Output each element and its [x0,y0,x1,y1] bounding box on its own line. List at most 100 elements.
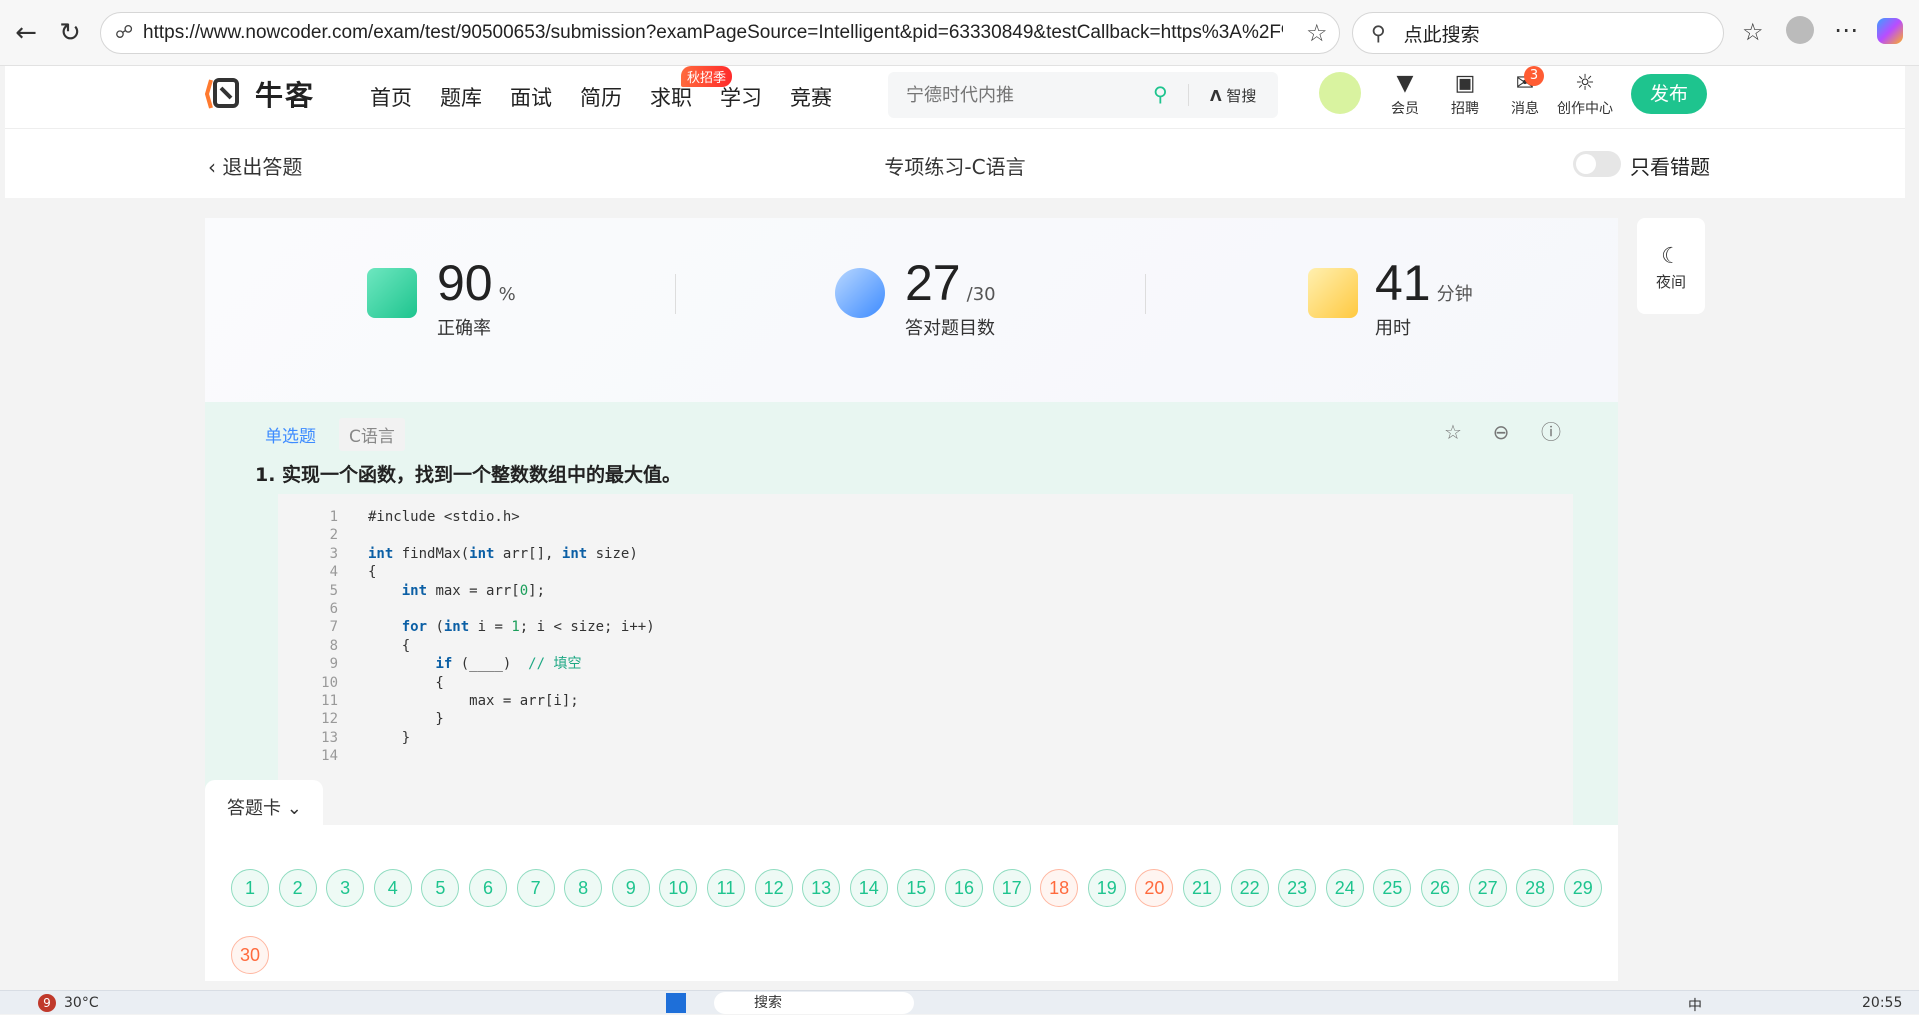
copilot-icon[interactable] [1877,18,1903,44]
answer-number-button[interactable]: 10 [659,869,698,907]
correct-label: 答对题目数 [905,318,995,339]
answer-number-button[interactable]: 12 [754,869,793,907]
answer-card-panel: 1 2 3 4 5 6 7 8 9 10 11 12 13 14 15 16 17 18 19 20 21 22 23 24 2… [205,825,1618,981]
answer-number-button[interactable]: 8 [564,869,603,907]
code-block: 1 #include <stdio.h> 2 3 int findMax(int arr… [278,494,1573,834]
bulb-icon: ☼ [1575,71,1595,96]
windows-start-icon[interactable] [666,993,686,1013]
star-icon[interactable]: ☆ [1441,420,1465,444]
question-type-tag: 单选题 [265,427,316,447]
user-avatar[interactable] [1319,72,1361,114]
clock[interactable]: 20:55 [1862,995,1902,1011]
nav-contest[interactable]: 竞赛 [790,82,832,112]
answer-number-button[interactable]: 28 [1516,869,1555,907]
refresh-icon[interactable]: ↻ [50,14,90,52]
accuracy-icon [367,268,417,318]
answer-number-button[interactable]: 5 [421,869,460,907]
report-icon[interactable]: ⓘ [1539,420,1563,444]
search-icon[interactable]: ⚲ [1153,82,1168,106]
answer-number-button[interactable]: 27 [1468,869,1507,907]
site-info-icon[interactable]: ☍ [115,22,133,43]
answer-number-button[interactable]: 16 [945,869,983,907]
night-mode-label: 夜间 [1655,273,1686,291]
site-header: 牛客 首页 题库 面试 简历 求职 学习 竞赛 秋招季 ⚲ Λ 智搜 ▼ 会员 … [5,66,1905,128]
logo-text: 牛客 [255,79,316,112]
favorite-star-icon[interactable]: ☆ [1306,19,1328,47]
nav-learn[interactable]: 学习 [720,82,762,112]
search-divider [1188,84,1189,106]
correct-total: /30 [966,284,996,305]
weather-badge: 9 [38,994,56,1012]
answer-card-tab[interactable]: 答题卡 ⌄ [205,780,323,828]
creator-center-label: 创作中心 [1557,101,1613,117]
night-mode-button[interactable]: ☾ 夜间 [1637,218,1705,314]
result-stats-card: 90% 正确率 27/30 答对题目数 41 分钟 用时 [205,218,1618,402]
answer-number-button[interactable]: 7 [516,869,555,907]
recruit-icon: ▣ [1454,71,1476,96]
browser-search-box[interactable]: ⚲ 点此搜索 [1352,12,1724,54]
os-taskbar: 9 30°C 搜索 中 20:55 [0,990,1919,1014]
exam-subheader: ‹ 退出答题 专项练习-C语言 只看错题 [5,128,1905,198]
answer-number-button[interactable]: 29 [1563,869,1602,907]
wrong-only-toggle[interactable] [1573,151,1621,177]
ai-search-label: 智搜 [1226,87,1257,105]
answer-number-button[interactable]: 14 [849,869,888,907]
answer-number-button[interactable]: 24 [1325,869,1364,907]
answer-number-button[interactable]: 25 [1373,869,1412,907]
logo-mark-icon [204,74,251,114]
back-icon[interactable]: ← [6,14,46,52]
accuracy-stat: 90% 正确率 [437,254,516,340]
recruit-button[interactable]: ▣ 招聘 [1435,70,1495,118]
taskbar-search-label: 搜索 [754,995,782,1011]
recruit-label: 招聘 [1451,101,1479,117]
answer-number-button[interactable]: 30 [231,936,269,974]
answer-number-button[interactable]: 15 [897,869,936,907]
browser-search-label: 点此搜索 [1403,23,1480,46]
answer-number-button[interactable]: 6 [469,869,507,907]
moon-icon: ☾ [1661,244,1681,269]
answer-number-button[interactable]: 21 [1183,869,1221,907]
answer-number-button[interactable]: 20 [1135,869,1174,907]
weather-temperature[interactable]: 30°C [64,995,99,1011]
site-search-input[interactable] [906,80,1166,110]
vip-label: 会员 [1391,101,1419,117]
accuracy-unit: % [498,284,516,305]
answer-number-button[interactable]: 2 [278,869,317,907]
answer-number-button[interactable]: 13 [802,869,841,907]
minus-circle-icon[interactable]: ⊖ [1489,420,1513,444]
answer-number-button[interactable]: 1 [231,869,269,907]
profile-avatar-icon[interactable] [1786,16,1814,44]
answer-number-button[interactable]: 9 [611,869,650,907]
answer-number-button[interactable]: 11 [707,869,745,907]
award-icon [835,268,885,318]
ai-search-button[interactable]: Λ 智搜 [1210,85,1256,106]
publish-button[interactable]: 发布 [1631,74,1707,114]
chevron-down-icon: ⌄ [286,798,302,819]
answer-number-button[interactable]: 22 [1230,869,1269,907]
vip-button[interactable]: ▼ 会员 [1375,70,1435,118]
answer-number-button[interactable]: 23 [1278,869,1317,907]
nowcoder-logo[interactable]: 牛客 [204,74,316,114]
ime-indicator[interactable]: 中 [1688,995,1702,1015]
taskbar-search[interactable]: 搜索 [714,992,914,1014]
more-menu-icon[interactable]: ⋯ [1834,16,1858,44]
nav-interview[interactable]: 面试 [510,82,552,112]
nav-resume[interactable]: 简历 [580,82,622,112]
address-bar[interactable]: ☍ https://www.nowcoder.com/exam/test/905… [100,12,1340,54]
answer-number-button[interactable]: 3 [326,869,365,907]
answer-number-button[interactable]: 18 [1040,869,1079,907]
answer-number-button[interactable]: 4 [373,869,412,907]
question-topic-tag: C语言 [339,418,405,451]
time-label: 用时 [1375,318,1411,339]
answer-number-button[interactable]: 19 [1087,869,1126,907]
creator-center-button[interactable]: ☼ 创作中心 [1555,70,1615,118]
accuracy-value: 90 [437,255,493,311]
correct-count-stat: 27/30 答对题目数 [905,254,996,340]
time-value: 41 [1375,255,1431,311]
favorites-icon[interactable]: ☆ [1742,18,1764,46]
nav-home[interactable]: 首页 [370,82,412,112]
nav-question-bank[interactable]: 题库 [440,82,482,112]
answer-number-button[interactable]: 17 [992,869,1031,907]
answer-number-button[interactable]: 26 [1421,869,1459,907]
wrong-only-label: 只看错题 [1630,155,1710,179]
